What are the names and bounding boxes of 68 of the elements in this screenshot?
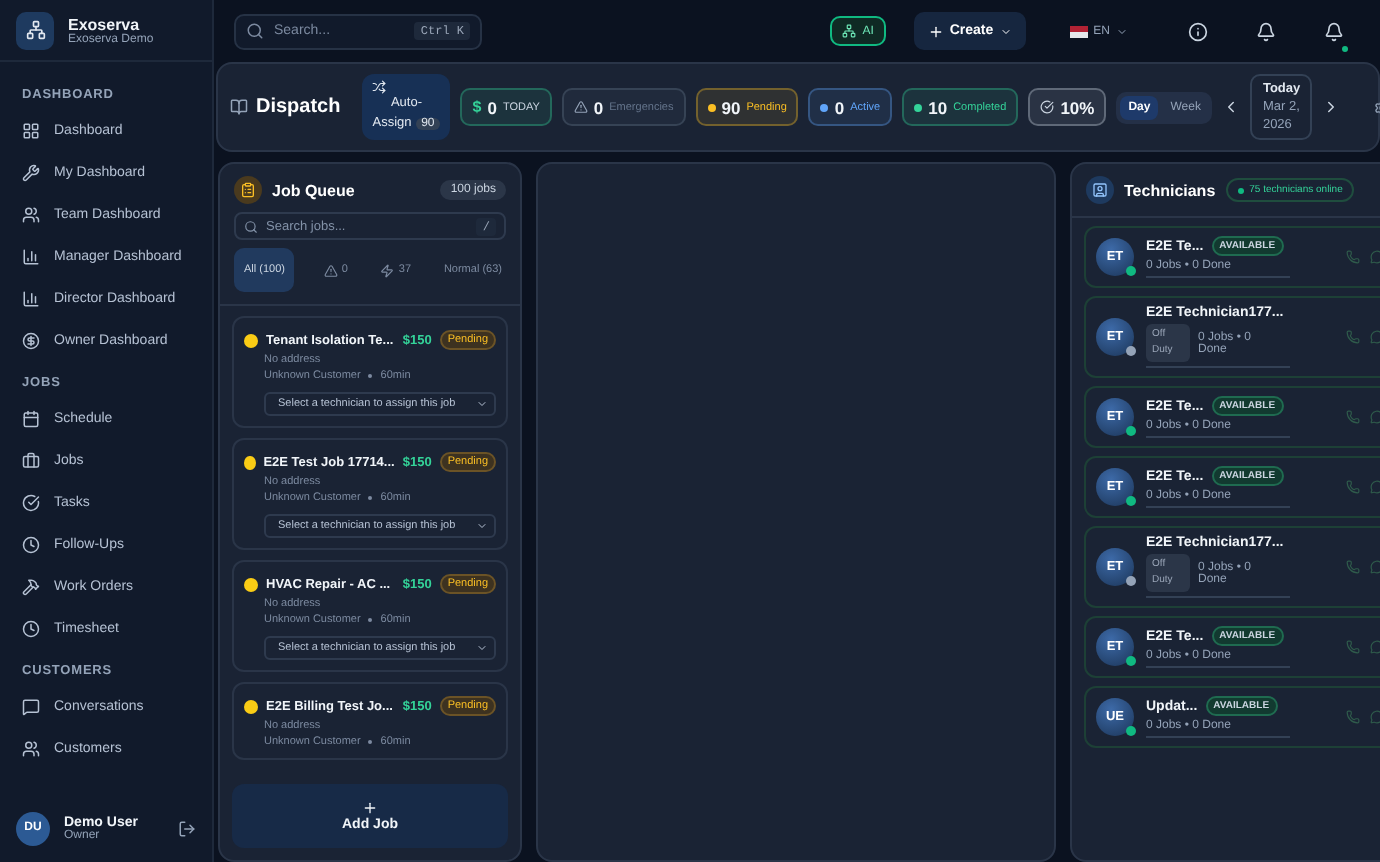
plus-icon bbox=[927, 23, 944, 39]
caret-icon bbox=[476, 520, 488, 532]
book-icon bbox=[230, 98, 248, 116]
separator-dot bbox=[368, 618, 373, 622]
caret-icon bbox=[476, 642, 488, 654]
logo-icon bbox=[16, 11, 54, 49]
briefcase-icon bbox=[22, 452, 40, 470]
dollar-icon bbox=[22, 332, 40, 350]
clock-icon bbox=[22, 620, 40, 638]
phone-icon[interactable] bbox=[1346, 410, 1360, 424]
caret-icon bbox=[476, 398, 488, 410]
panel-title: Technicians bbox=[1124, 181, 1216, 199]
info-icon bbox=[1188, 21, 1208, 41]
caret-icon bbox=[999, 25, 1012, 37]
users-icon bbox=[22, 206, 40, 224]
priority-dot bbox=[244, 699, 258, 713]
bolt-icon bbox=[380, 263, 395, 277]
users-icon bbox=[22, 740, 40, 758]
chat-icon[interactable] bbox=[1370, 250, 1380, 264]
chat-icon[interactable] bbox=[1370, 410, 1380, 424]
chat-icon[interactable] bbox=[1370, 330, 1380, 344]
warning-icon bbox=[573, 100, 588, 114]
person-icon bbox=[1086, 176, 1114, 204]
bell-button[interactable] bbox=[1252, 17, 1280, 45]
priority-dot bbox=[244, 333, 258, 347]
info-button[interactable] bbox=[1184, 17, 1212, 45]
flag-icon bbox=[1069, 25, 1088, 37]
bell-icon bbox=[1256, 21, 1276, 41]
logout-icon[interactable] bbox=[178, 819, 196, 837]
chat-icon bbox=[22, 698, 40, 716]
phone-icon[interactable] bbox=[1346, 560, 1360, 574]
caret-icon bbox=[1116, 25, 1128, 37]
network-icon bbox=[842, 24, 857, 38]
search-icon bbox=[244, 219, 258, 233]
phone-icon[interactable] bbox=[1346, 480, 1360, 494]
separator-dot bbox=[368, 496, 373, 500]
calendar-icon bbox=[22, 410, 40, 428]
bar-chart-icon bbox=[22, 290, 40, 308]
chat-icon[interactable] bbox=[1370, 710, 1380, 724]
priority-dot bbox=[244, 455, 256, 469]
phone-icon[interactable] bbox=[1346, 640, 1360, 654]
chat-icon[interactable] bbox=[1370, 560, 1380, 574]
clock-icon bbox=[22, 536, 40, 554]
phone-icon[interactable] bbox=[1346, 710, 1360, 724]
stat-chip: 10% bbox=[1028, 88, 1107, 126]
clipboard-icon bbox=[234, 176, 262, 204]
chat-icon[interactable] bbox=[1370, 480, 1380, 494]
hammer-icon bbox=[22, 578, 40, 596]
panel-title: Job Queue bbox=[272, 181, 355, 199]
brand-name: Exoserva bbox=[68, 15, 140, 33]
grid-icon bbox=[22, 122, 40, 140]
search-icon bbox=[246, 22, 264, 40]
page-title: Dispatch bbox=[256, 96, 341, 118]
wrench-icon bbox=[22, 164, 40, 182]
priority-dot bbox=[244, 577, 258, 591]
plus-icon bbox=[362, 800, 378, 816]
check-circle-icon bbox=[1040, 100, 1055, 114]
phone-icon[interactable] bbox=[1346, 330, 1360, 344]
separator-dot bbox=[368, 374, 373, 378]
separator-dot bbox=[368, 740, 373, 744]
phone-icon[interactable] bbox=[1346, 250, 1360, 264]
check-circle-icon bbox=[22, 494, 40, 512]
bar-chart-icon bbox=[22, 248, 40, 266]
bell-icon bbox=[1324, 21, 1344, 41]
shuffle-icon bbox=[372, 80, 387, 95]
notifications-button[interactable] bbox=[1320, 17, 1348, 45]
chat-icon[interactable] bbox=[1370, 640, 1380, 654]
warning-icon bbox=[323, 263, 338, 277]
